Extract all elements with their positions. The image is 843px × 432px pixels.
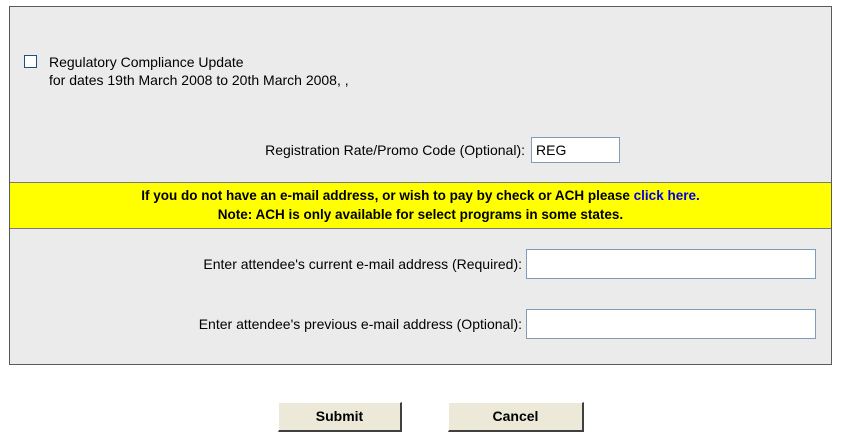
current-email-label: Enter attendee's current e-mail address … xyxy=(203,256,522,272)
notice-text: If you do not have an e-mail address, or… xyxy=(141,188,630,203)
notice-line-2: Note: ACH is only available for select p… xyxy=(217,207,624,222)
promo-code-row: Registration Rate/Promo Code (Optional): xyxy=(10,137,831,163)
previous-email-label: Enter attendee's previous e-mail address… xyxy=(198,316,522,332)
form-buttons: Submit Cancel xyxy=(0,402,843,432)
notice-line-1: If you do not have an e-mail address, or… xyxy=(10,186,831,205)
course-checkbox[interactable] xyxy=(24,55,37,68)
cancel-button[interactable]: Cancel xyxy=(448,402,584,432)
previous-email-input[interactable] xyxy=(526,309,816,339)
payment-notice: If you do not have an e-mail address, or… xyxy=(10,182,831,229)
registration-panel: Regulatory Compliance Update for dates 1… xyxy=(9,6,832,365)
course-text: Regulatory Compliance Update for dates 1… xyxy=(49,53,349,89)
course-option: Regulatory Compliance Update for dates 1… xyxy=(24,53,349,89)
submit-button[interactable]: Submit xyxy=(278,402,402,432)
course-dates: for dates 19th March 2008 to 20th March … xyxy=(49,72,349,88)
current-email-row: Enter attendee's current e-mail address … xyxy=(10,249,831,279)
promo-code-label: Registration Rate/Promo Code (Optional): xyxy=(265,142,525,158)
current-email-input[interactable] xyxy=(526,249,816,279)
click-here-link[interactable]: click here. xyxy=(634,188,700,203)
promo-code-input[interactable] xyxy=(531,137,620,163)
course-title: Regulatory Compliance Update xyxy=(49,54,244,70)
previous-email-row: Enter attendee's previous e-mail address… xyxy=(10,309,831,339)
